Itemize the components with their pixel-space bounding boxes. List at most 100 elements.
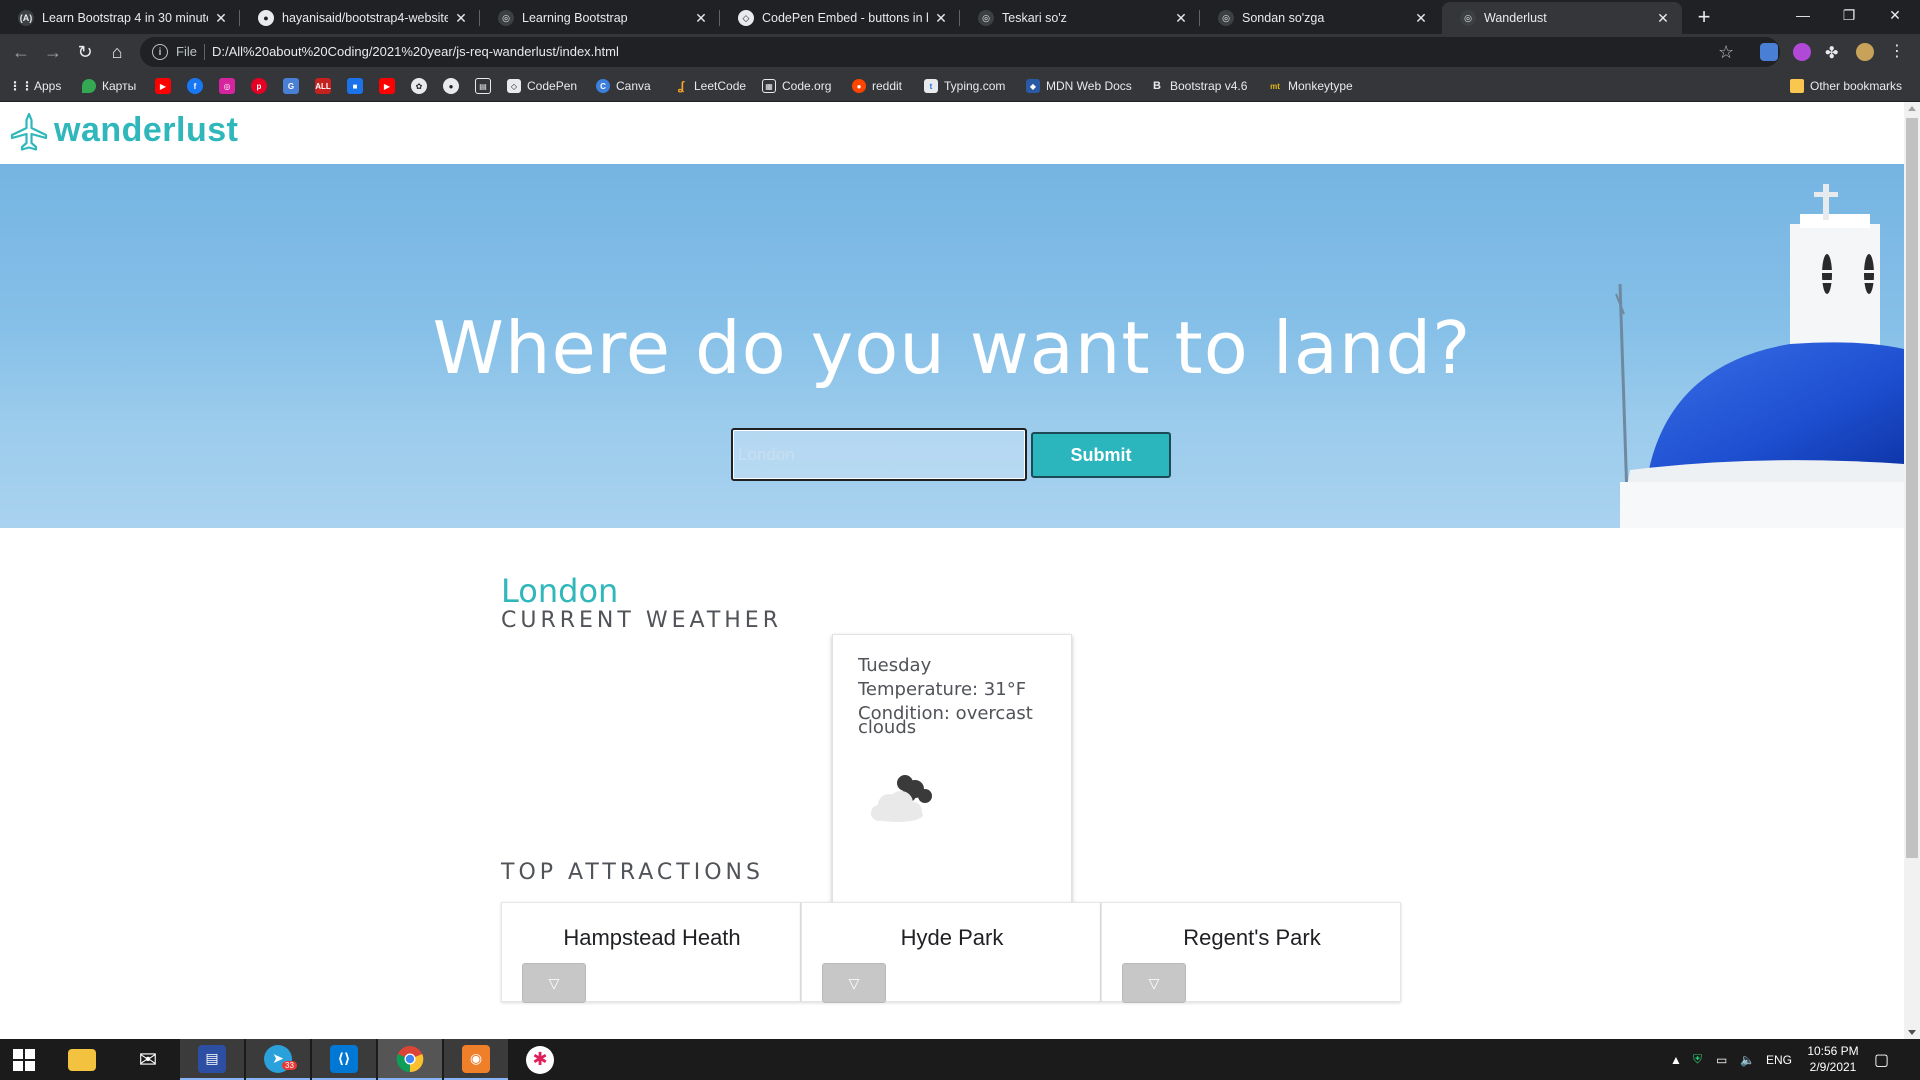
- globe-icon: ◎: [1460, 10, 1476, 26]
- extensions-puzzle-icon[interactable]: ✤: [1825, 43, 1843, 62]
- volume-icon[interactable]: 🔈: [1740, 1039, 1755, 1080]
- tab-close-icon[interactable]: ✕: [934, 11, 948, 25]
- bookmark-label: Canva: [616, 79, 651, 93]
- translate-extension-icon[interactable]: [1760, 43, 1778, 61]
- taskbar-chrome[interactable]: [378, 1039, 442, 1080]
- taskbar-save-app[interactable]: ▤: [180, 1039, 244, 1080]
- attraction-icon-button[interactable]: ▽: [1122, 963, 1186, 1003]
- attraction-icon-button[interactable]: ▽: [522, 963, 586, 1003]
- pinterest-icon[interactable]: p: [251, 78, 267, 94]
- facebook-icon[interactable]: f: [187, 78, 203, 94]
- leetcode-icon: ʆ: [677, 79, 685, 93]
- attraction-name: Regent's Park: [1183, 925, 1321, 950]
- site-header: wanderlust: [0, 102, 1904, 164]
- github-icon[interactable]: ●: [443, 78, 459, 94]
- taskbar-telegram[interactable]: ➤ 33: [246, 1039, 310, 1080]
- tab-wanderlust[interactable]: ◎ Wanderlust ✕: [1442, 2, 1682, 34]
- tab-learning-bootstrap[interactable]: ◎ Learning Bootstrap ✕: [480, 2, 720, 34]
- home-icon[interactable]: ⌂: [104, 39, 130, 65]
- address-url[interactable]: D:/All%20about%20Coding/2021%20year/js-r…: [212, 44, 619, 59]
- submit-button[interactable]: Submit: [1031, 432, 1171, 478]
- tab-close-icon[interactable]: ✕: [1414, 11, 1428, 25]
- bookmarks-bar: ⋮⋮ Apps Карты ▶ f ◎ p G ALL ■ ▶ ✿ ● ▤ ◇ …: [0, 70, 1920, 102]
- all-icon[interactable]: ALL: [315, 78, 331, 94]
- attraction-name: Hampstead Heath: [563, 925, 741, 950]
- bookmark-blue-icon[interactable]: ■: [347, 78, 363, 94]
- restore-icon[interactable]: ❐: [1826, 0, 1872, 30]
- terminal-icon[interactable]: ▤: [475, 78, 491, 94]
- bookmark-codeorg[interactable]: ▦ Code.org: [762, 77, 831, 95]
- bookmark-label: Code.org: [782, 79, 832, 93]
- new-tab-button[interactable]: +: [1692, 6, 1716, 30]
- taskbar-orange-app[interactable]: ◉: [444, 1039, 508, 1080]
- brand-logo[interactable]: wanderlust: [54, 111, 238, 150]
- attraction-card: Hampstead Heath ▽: [501, 902, 801, 1003]
- city-name-heading: London: [501, 572, 619, 610]
- menu-kebab-icon[interactable]: ⋮: [1888, 43, 1906, 61]
- youtube-icon[interactable]: ▶: [155, 78, 171, 94]
- taskbar-file-explorer[interactable]: [50, 1039, 114, 1080]
- bookmark-leetcode[interactable]: ʆ LeetCode: [674, 77, 746, 95]
- notifications-icon[interactable]: ▢: [1874, 1039, 1889, 1080]
- site-info-icon[interactable]: i: [152, 44, 168, 60]
- bookmark-typing[interactable]: t Typing.com: [924, 77, 1005, 95]
- security-shield-icon[interactable]: ⛨: [1693, 1039, 1702, 1080]
- tab-sondan-sozga[interactable]: ◎ Sondan so'zga ✕: [1200, 2, 1440, 34]
- start-button[interactable]: [0, 1039, 48, 1080]
- floppy-disk-icon: ▤: [198, 1044, 226, 1073]
- instagram-icon[interactable]: ◎: [219, 78, 235, 94]
- tab-github-repo[interactable]: ● hayanisaid/bootstrap4-website: \ ✕: [240, 2, 480, 34]
- scroll-down-arrow-icon[interactable]: [1908, 1030, 1916, 1035]
- city-search-input[interactable]: [731, 428, 1027, 481]
- back-arrow-icon[interactable]: ←: [8, 39, 34, 65]
- bookmark-star-icon[interactable]: ☆: [1718, 42, 1734, 63]
- page-scrollbar[interactable]: [1904, 102, 1920, 1039]
- network-icon[interactable]: ▭: [1716, 1039, 1727, 1080]
- chatgpt-like-icon[interactable]: ✿: [411, 78, 427, 94]
- attraction-card: Hyde Park ▽: [801, 902, 1101, 1003]
- bookmark-maps[interactable]: Карты: [82, 77, 136, 95]
- bookmark-codepen[interactable]: ◇ CodePen: [507, 77, 577, 95]
- scroll-up-arrow-icon[interactable]: [1908, 106, 1916, 111]
- tab-close-icon[interactable]: ✕: [1656, 11, 1670, 25]
- profile-avatar[interactable]: [1856, 43, 1874, 61]
- tab-learn-bootstrap[interactable]: (A) Learn Bootstrap 4 in 30 minutes ✕: [0, 2, 240, 34]
- tab-close-icon[interactable]: ✕: [214, 11, 228, 25]
- address-bar[interactable]: i File D:/All%20about%20Coding/2021%20ye…: [140, 37, 1780, 67]
- reload-icon[interactable]: ↻: [72, 39, 98, 65]
- tab-close-icon[interactable]: ✕: [1174, 11, 1188, 25]
- github-icon: ●: [258, 10, 274, 26]
- attraction-icon-button[interactable]: ▽: [822, 963, 886, 1003]
- bookmark-mdn[interactable]: ◆ MDN Web Docs: [1026, 77, 1132, 95]
- system-clock[interactable]: 10:56 PM 2/9/2021: [1798, 1043, 1868, 1075]
- extension-icon[interactable]: [1793, 43, 1811, 61]
- scrollbar-thumb[interactable]: [1906, 118, 1918, 858]
- tab-codepen-embed[interactable]: ◇ CodePen Embed - buttons in boo ✕: [720, 2, 960, 34]
- bookmark-apps[interactable]: ⋮⋮ Apps: [9, 77, 61, 95]
- bookmark-reddit[interactable]: ● reddit: [852, 77, 902, 95]
- airplane-logo-icon[interactable]: [10, 112, 48, 152]
- translate-icon[interactable]: G: [283, 78, 299, 94]
- forward-arrow-icon[interactable]: →: [40, 39, 66, 65]
- language-indicator[interactable]: ENG: [1766, 1039, 1792, 1080]
- bookmark-canva[interactable]: C Canva: [596, 77, 651, 95]
- video-icon[interactable]: ▶: [379, 78, 395, 94]
- taskbar-slack[interactable]: ✱: [508, 1039, 572, 1080]
- tray-chevron-icon[interactable]: ▲: [1670, 1039, 1682, 1080]
- bookmark-other[interactable]: Other bookmarks: [1790, 77, 1902, 95]
- tab-close-icon[interactable]: ✕: [454, 11, 468, 25]
- taskbar-mail[interactable]: ✉: [116, 1039, 180, 1080]
- minimize-icon[interactable]: —: [1780, 0, 1826, 30]
- close-window-icon[interactable]: ✕: [1872, 0, 1918, 30]
- overcast-clouds-icon: [871, 775, 932, 822]
- bookmark-monkeytype[interactable]: mt Monkeytype: [1268, 77, 1353, 95]
- bookmark-bootstrap[interactable]: B Bootstrap v4.6: [1150, 77, 1247, 95]
- tab-teskari-soz[interactable]: ◎ Teskari so'z ✕: [960, 2, 1200, 34]
- taskbar-vscode[interactable]: ⟨⟩: [312, 1039, 376, 1080]
- typing-icon: t: [924, 79, 938, 93]
- bookmark-label: Typing.com: [944, 79, 1006, 93]
- windows-logo-icon: [13, 1048, 35, 1071]
- globe-icon: ◎: [498, 10, 514, 26]
- results-section: London CURRENT WEATHER Tuesday Temperatu…: [0, 528, 1904, 1039]
- tab-close-icon[interactable]: ✕: [694, 11, 708, 25]
